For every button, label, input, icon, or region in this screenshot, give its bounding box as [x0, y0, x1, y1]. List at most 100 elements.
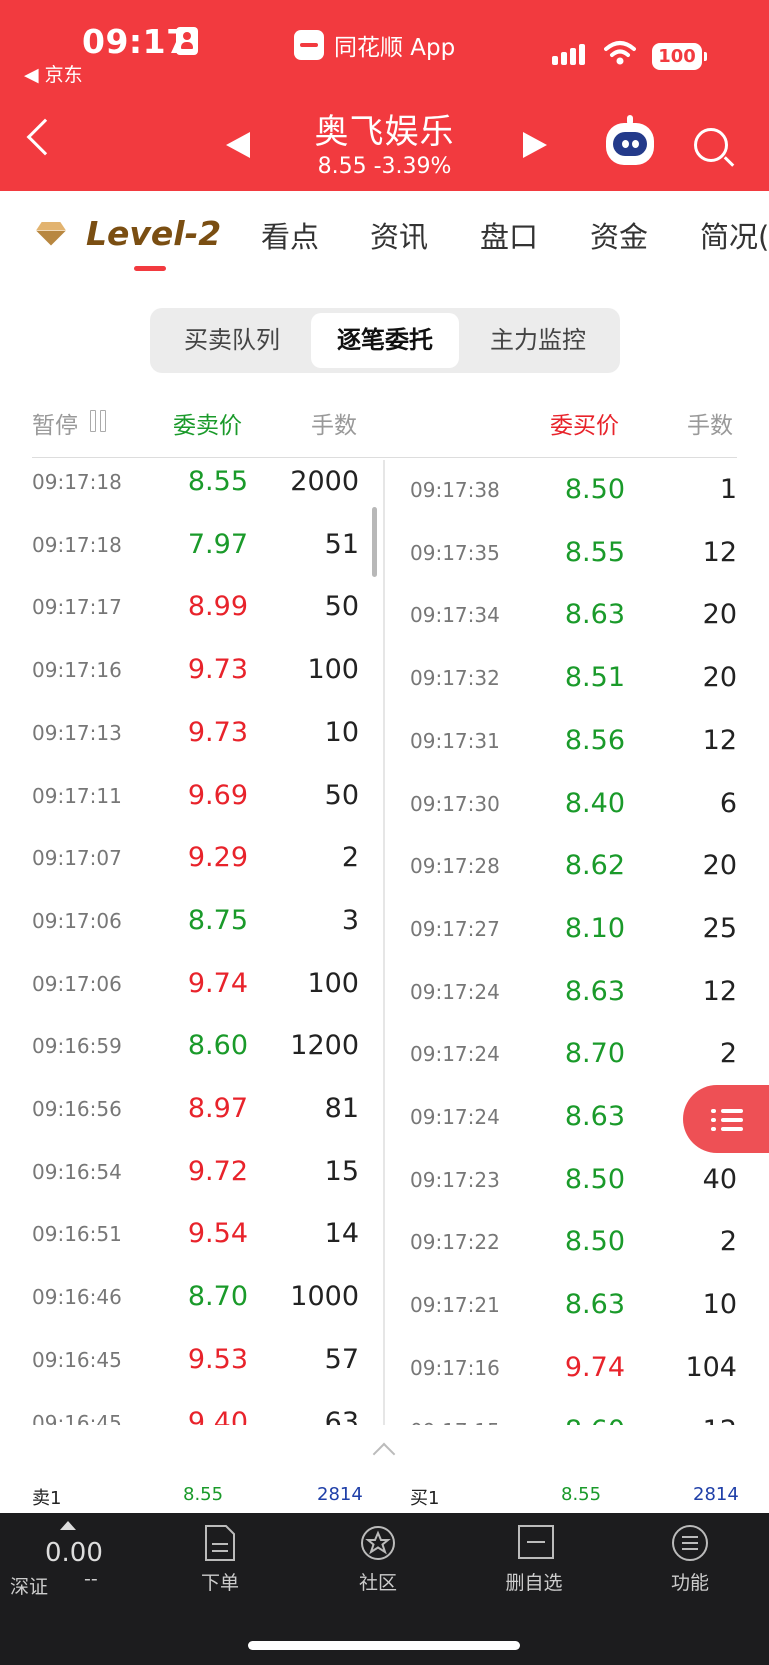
order-volume: 2 [719, 1038, 737, 1070]
index-value[interactable]: 0.00 [45, 1538, 103, 1568]
order-row[interactable]: 09:17:13 9.73 10 [0, 711, 383, 774]
order-row[interactable]: 09:17:18 7.97 51 [0, 523, 383, 586]
status-time: 09:17 [82, 22, 190, 61]
pause-label[interactable]: 暂停 [32, 406, 78, 440]
toolbar-order[interactable]: 下单 [170, 1568, 270, 1595]
order-row[interactable]: 09:16:59 8.60 1200 [0, 1024, 383, 1087]
app-badge[interactable]: 同花顺 App [294, 28, 455, 62]
back-to-app-link[interactable]: ◀ 京东 [24, 60, 83, 87]
sell-order-list[interactable]: 09:17:18 8.55 2000 09:17:18 7.97 51 09:17:17 8.… [0, 460, 383, 1425]
order-row[interactable]: 09:17:34 8.63 20 [385, 585, 769, 648]
function-menu-icon[interactable] [671, 1524, 709, 1562]
segment-main-monitor[interactable]: 主力监控 [464, 313, 612, 368]
order-row[interactable]: 09:17:23 8.50 40 [385, 1150, 769, 1213]
stock-quote: 8.55 -3.39% [317, 154, 452, 179]
order-volume: 15 [324, 1155, 359, 1187]
order-row[interactable]: 09:17:06 9.74 100 [0, 962, 383, 1025]
order-row[interactable]: 09:16:51 9.54 14 [0, 1212, 383, 1275]
order-time: 09:17:34 [410, 603, 500, 628]
order-row[interactable]: 09:17:32 8.51 20 [385, 648, 769, 711]
column-divider [383, 460, 385, 1425]
order-price: 9.29 [187, 842, 248, 874]
order-row[interactable]: 09:16:56 8.97 81 [0, 1087, 383, 1150]
home-indicator[interactable] [248, 1641, 520, 1650]
order-time: 09:17:35 [410, 540, 500, 565]
tab-order-book[interactable]: 盘口 [480, 214, 538, 256]
segment-order-by-order[interactable]: 逐笔委托 [311, 313, 459, 368]
tab-level2[interactable]: Level-2 [36, 214, 221, 253]
order-volume: 12 [637, 1415, 737, 1426]
order-time: 09:17:22 [410, 1230, 500, 1255]
order-time: 09:17:28 [410, 854, 500, 879]
diamond-icon [36, 222, 66, 246]
order-row[interactable]: 09:17:27 8.10 25 [385, 899, 769, 962]
scrollbar[interactable] [372, 507, 377, 577]
remove-watchlist-icon[interactable] [517, 1524, 555, 1560]
order-volume: 51 [324, 528, 359, 560]
buy1-price: 8.55 [561, 1484, 602, 1505]
toolbar-remove-watchlist[interactable]: 删自选 [484, 1568, 584, 1595]
order-time: 09:16:56 [32, 1097, 122, 1121]
buy-order-list[interactable]: 09:17:38 8.50 1 09:17:35 8.55 12 09:17:34 8.63 2… [385, 460, 769, 1425]
order-time: 09:17:32 [410, 666, 500, 691]
order-row[interactable]: 09:17:16 9.74 104 [385, 1338, 769, 1401]
order-price: 9.73 [187, 654, 248, 686]
order-volume: 12 [702, 724, 737, 756]
order-row[interactable]: 09:17:24 8.63 12 [385, 962, 769, 1025]
order-price: 8.62 [564, 850, 625, 882]
order-row[interactable]: 09:17:158.6012 [385, 1401, 769, 1426]
order-price: 9.72 [187, 1155, 248, 1187]
order-volume: 25 [702, 912, 737, 944]
order-row[interactable]: 09:17:28 8.62 20 [385, 836, 769, 899]
order-price: 8.60 [525, 1415, 625, 1426]
battery-icon: 100 [652, 43, 707, 70]
order-row[interactable]: 09:17:07 9.29 2 [0, 836, 383, 899]
order-row[interactable]: 09:17:38 8.50 1 [385, 460, 769, 523]
tab-news[interactable]: 资讯 [370, 214, 428, 256]
view-segment-control: 买卖队列 逐笔委托 主力监控 [150, 308, 620, 373]
order-volume: 20 [702, 662, 737, 694]
next-stock-arrow-icon[interactable] [523, 132, 547, 158]
order-row[interactable]: 09:17:18 8.55 2000 [0, 460, 383, 523]
segment-bid-ask-queue[interactable]: 买卖队列 [158, 313, 306, 368]
order-row[interactable]: 09:17:17 8.99 50 [0, 585, 383, 648]
assistant-robot-icon[interactable] [606, 115, 654, 165]
order-price: 9.73 [187, 716, 248, 748]
order-row[interactable]: 09:16:45 9.53 57 [0, 1338, 383, 1401]
order-row[interactable]: 09:17:35 8.55 12 [385, 523, 769, 586]
tab-profile[interactable]: 简况( [700, 214, 769, 256]
menu-list-float-button[interactable] [683, 1085, 769, 1153]
order-volume: 10 [702, 1289, 737, 1321]
order-row[interactable]: 09:17:31 8.56 12 [385, 711, 769, 774]
search-icon[interactable] [694, 128, 728, 162]
order-row[interactable]: 09:17:06 8.75 3 [0, 899, 383, 962]
order-volume: 2 [719, 1226, 737, 1258]
order-time: 09:17:16 [32, 658, 122, 683]
community-icon[interactable] [358, 1524, 398, 1562]
order-row[interactable]: 09:16:45 9.40 63 [0, 1401, 383, 1426]
order-price: 8.99 [187, 591, 248, 623]
order-row[interactable]: 09:17:21 8.63 10 [385, 1275, 769, 1338]
pause-icon[interactable] [90, 410, 110, 432]
up-arrow-icon [60, 1521, 76, 1530]
toolbar-community[interactable]: 社区 [328, 1568, 428, 1595]
order-row[interactable]: 09:17:22 8.50 2 [385, 1212, 769, 1275]
order-row[interactable]: 09:17:24 8.70 2 [385, 1024, 769, 1087]
order-volume: 12 [702, 975, 737, 1007]
order-time: 09:17:27 [410, 916, 500, 941]
order-volume: 20 [702, 850, 737, 882]
toolbar-function[interactable]: 功能 [640, 1568, 740, 1595]
tab-level2-label: Level-2 [86, 214, 222, 253]
order-row[interactable]: 09:17:11 9.69 50 [0, 774, 383, 837]
order-price: 8.10 [564, 912, 625, 944]
order-price: 8.75 [187, 904, 248, 936]
tab-funds[interactable]: 资金 [590, 214, 648, 256]
order-row[interactable]: 09:16:46 8.70 1000 [0, 1275, 383, 1338]
tab-highlights[interactable]: 看点 [261, 214, 319, 256]
order-icon[interactable] [203, 1524, 237, 1562]
order-row[interactable]: 09:17:16 9.73 100 [0, 648, 383, 711]
order-row[interactable]: 09:17:30 8.40 6 [385, 774, 769, 837]
order-row[interactable]: 09:16:54 9.72 15 [0, 1150, 383, 1213]
order-price: 8.70 [564, 1038, 625, 1070]
order-time: 09:17:38 [410, 478, 500, 502]
